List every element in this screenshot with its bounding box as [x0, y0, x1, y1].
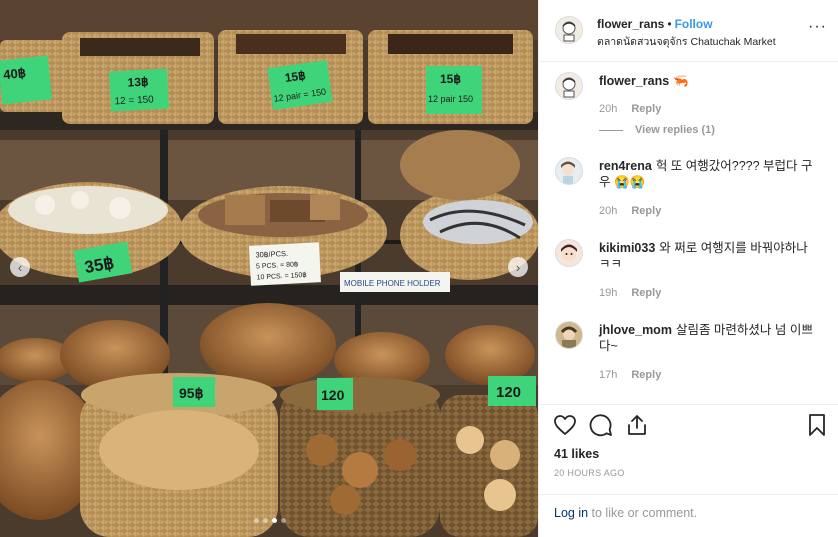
- reply-button[interactable]: Reply: [631, 369, 661, 381]
- comment-time[interactable]: 20h: [599, 205, 617, 217]
- comment-meta: 20h Reply: [599, 103, 661, 115]
- comment-time[interactable]: 17h: [599, 369, 617, 381]
- follow-button[interactable]: Follow: [675, 17, 713, 31]
- previous-photo-button[interactable]: ‹: [10, 257, 30, 277]
- user-avatar-icon: [556, 240, 582, 266]
- user-avatar-icon: [556, 73, 582, 99]
- carousel-dot-active: [272, 518, 277, 523]
- comment-username[interactable]: jhlove_mom: [599, 323, 672, 337]
- user-avatar-icon: [556, 17, 582, 43]
- reply-button[interactable]: Reply: [631, 103, 661, 115]
- post-header: flower_rans • Follow ตลาดนัดสวนจตุจักร Cha…: [539, 0, 838, 62]
- comment-username[interactable]: flower_rans: [599, 74, 669, 88]
- login-prompt-text: to like or comment.: [588, 506, 698, 520]
- header-separator: •: [667, 17, 672, 31]
- price-tag-text: 120: [321, 387, 345, 403]
- comment-username[interactable]: kikimi033: [599, 241, 655, 255]
- owner-avatar[interactable]: [555, 16, 583, 44]
- heart-icon[interactable]: [553, 413, 577, 437]
- carousel-dot: [254, 518, 259, 523]
- login-prompt: Log in to like or comment.: [539, 494, 838, 537]
- comment-time[interactable]: 20h: [599, 103, 617, 115]
- post-photo: 40฿ 13฿ 12 = 150 15฿ 12 pair = 150 15฿ 1…: [0, 0, 538, 537]
- bookmark-icon[interactable]: [805, 413, 829, 437]
- comment-text: 🦐: [673, 74, 689, 88]
- carousel-dot: [263, 518, 268, 523]
- post-actions: 41 likes 20 HOURS AGO: [539, 404, 838, 494]
- carousel-indicator: [254, 518, 286, 523]
- post-side-panel: flower_rans • Follow ตลาดนัดสวนจตุจักร Cha…: [538, 0, 838, 537]
- likes-count[interactable]: 41 likes: [554, 447, 599, 461]
- comment-meta: 20h Reply: [599, 205, 661, 217]
- price-tag-text: 40฿: [3, 65, 27, 82]
- price-tag-text: 15฿: [284, 68, 307, 85]
- price-tag-text: 95฿: [179, 385, 204, 401]
- post-location[interactable]: ตลาดนัดสวนจตุจักร Chatuchak Market: [597, 33, 776, 50]
- owner-username[interactable]: flower_rans: [597, 17, 664, 31]
- comment-time[interactable]: 19h: [599, 287, 617, 299]
- price-tag-text: 120: [496, 384, 521, 401]
- share-icon[interactable]: [625, 413, 649, 437]
- price-tag-text: 15฿: [440, 72, 461, 86]
- chevron-right-icon: ›: [515, 259, 521, 275]
- view-replies-label: View replies (1): [635, 124, 715, 136]
- more-options-button[interactable]: ···: [808, 18, 827, 36]
- chevron-left-icon: ‹: [17, 259, 23, 275]
- price-tag-text: 13฿: [127, 75, 149, 90]
- view-replies-button[interactable]: View replies (1): [599, 124, 715, 136]
- commenter-avatar[interactable]: [555, 72, 583, 100]
- commenter-avatar[interactable]: [555, 321, 583, 349]
- comment-meta: 19h Reply: [599, 287, 661, 299]
- post-timestamp: 20 HOURS AGO: [554, 468, 625, 478]
- comment-username[interactable]: ren4rena: [599, 159, 652, 173]
- comment-icon[interactable]: [589, 413, 613, 437]
- comment-meta: 17h Reply: [599, 369, 661, 381]
- price-sign-text: 30฿/PCS.: [255, 249, 288, 260]
- market-photo: 40฿ 13฿ 12 = 150 15฿ 12 pair = 150 15฿ 1…: [0, 0, 538, 537]
- login-link[interactable]: Log in: [554, 506, 588, 520]
- commenter-avatar[interactable]: [555, 157, 583, 185]
- next-photo-button[interactable]: ›: [508, 257, 528, 277]
- reply-button[interactable]: Reply: [631, 287, 661, 299]
- user-avatar-icon: [556, 158, 582, 184]
- price-tag-text: 12 = 150: [114, 94, 154, 107]
- commenter-avatar[interactable]: [555, 239, 583, 267]
- price-tag-text: 12 pair 150: [428, 94, 473, 104]
- user-avatar-icon: [556, 322, 582, 348]
- replies-divider: [599, 129, 623, 131]
- holder-sign-text: MOBILE PHONE HOLDER: [344, 279, 441, 288]
- carousel-dot: [281, 518, 286, 523]
- reply-button[interactable]: Reply: [631, 205, 661, 217]
